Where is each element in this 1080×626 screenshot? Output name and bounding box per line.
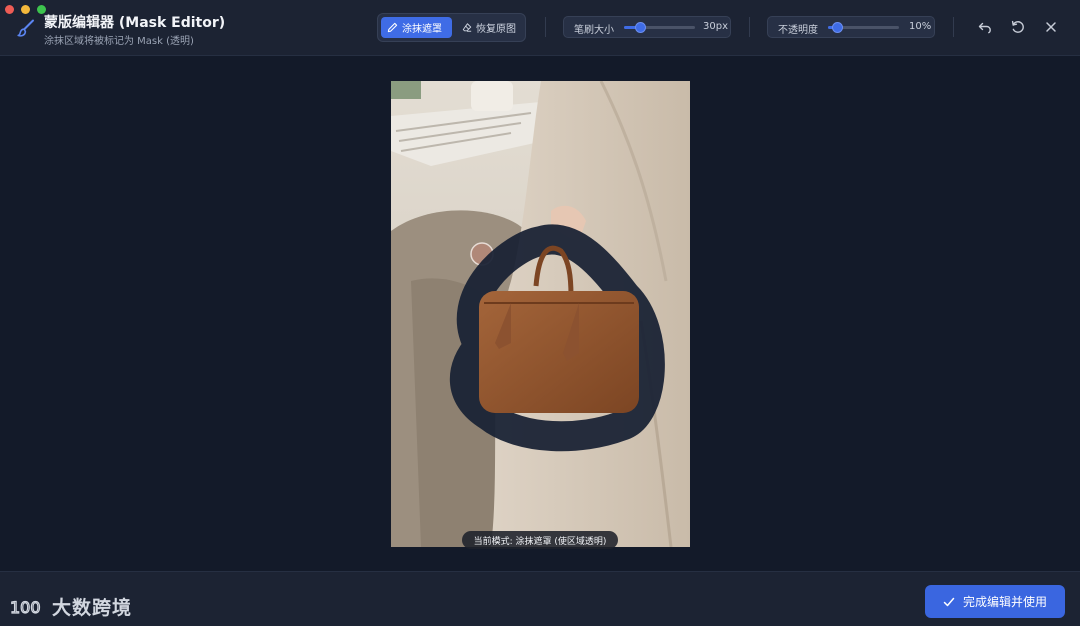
opacity-value: 10% bbox=[909, 21, 932, 32]
opacity-slider[interactable] bbox=[828, 22, 899, 33]
brush-size-control: 笔刷大小 30px bbox=[563, 16, 731, 38]
toolbar-divider bbox=[545, 17, 546, 37]
page-title: 蒙版编辑器 (Mask Editor) bbox=[44, 15, 226, 31]
brush-size-slider-thumb[interactable] bbox=[635, 22, 646, 33]
top-toolbar: 蒙版编辑器 (Mask Editor) 涂抹区域将被标记为 Mask (透明) … bbox=[0, 0, 1080, 56]
footer-bar: 100 大数跨境 bbox=[0, 571, 1080, 626]
paint-mask-button[interactable]: 涂抹遮罩 bbox=[381, 17, 452, 38]
photo-canvas[interactable] bbox=[391, 81, 690, 547]
window-minimize-dot[interactable] bbox=[21, 5, 30, 14]
toolbar-divider bbox=[953, 17, 954, 37]
opacity-label: 不透明度 bbox=[778, 25, 818, 36]
restore-original-label: 恢复原图 bbox=[476, 24, 516, 35]
pencil-icon bbox=[387, 22, 398, 33]
brush-icon bbox=[17, 19, 34, 37]
toolbar-divider bbox=[749, 17, 750, 37]
undo-button[interactable] bbox=[975, 17, 995, 37]
finish-and-use-button[interactable]: 完成编辑并使用 bbox=[925, 585, 1065, 618]
finish-and-use-label: 完成编辑并使用 bbox=[962, 595, 1047, 609]
logo-mark-icon: 100 bbox=[10, 597, 41, 617]
paint-mask-label: 涂抹遮罩 bbox=[402, 24, 442, 35]
cup bbox=[471, 81, 513, 111]
window-close-dot[interactable] bbox=[5, 5, 14, 14]
brush-size-label: 笔刷大小 bbox=[574, 25, 614, 36]
brand-logo: 100 大数跨境 bbox=[10, 593, 132, 620]
restore-original-button[interactable]: 恢复原图 bbox=[456, 17, 522, 38]
green-object bbox=[391, 81, 421, 99]
reset-icon bbox=[1011, 20, 1024, 33]
editable-photo[interactable] bbox=[391, 81, 690, 547]
mode-toggle-group: 涂抹遮罩 恢复原图 bbox=[377, 13, 526, 42]
window-controls bbox=[5, 5, 46, 14]
eraser-icon bbox=[462, 23, 472, 32]
check-icon bbox=[943, 597, 955, 606]
window-maximize-dot[interactable] bbox=[37, 5, 46, 14]
close-button[interactable] bbox=[1041, 17, 1061, 37]
close-icon bbox=[1046, 22, 1056, 32]
opacity-control: 不透明度 10% bbox=[767, 16, 935, 38]
brush-size-value: 30px bbox=[703, 21, 728, 32]
opacity-slider-thumb[interactable] bbox=[832, 22, 843, 33]
brand-name: 大数跨境 bbox=[52, 597, 133, 619]
current-mode-indicator: 当前模式: 涂抹遮罩 (使区域透明) bbox=[462, 531, 618, 549]
handbag bbox=[479, 291, 639, 413]
page-subtitle: 涂抹区域将被标记为 Mask (透明) bbox=[44, 36, 194, 47]
logo-mark-text: 100 bbox=[10, 598, 41, 617]
undo-icon bbox=[978, 22, 991, 34]
reset-button[interactable] bbox=[1008, 17, 1028, 37]
brush-size-slider[interactable] bbox=[624, 22, 695, 33]
